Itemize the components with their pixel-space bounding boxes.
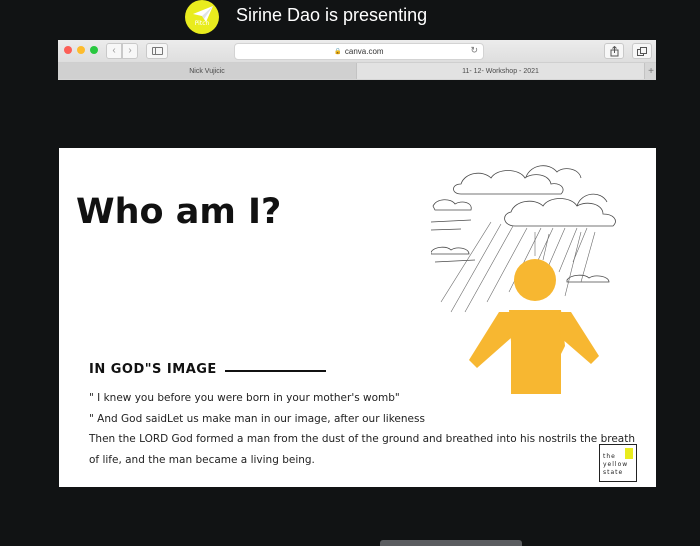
figure-under-rain-illustration [431, 165, 616, 394]
lock-icon: 🔒 [334, 49, 342, 55]
logo-line-2: yellow [603, 461, 629, 468]
scripture-line-4: of life, and the man became a living bei… [89, 454, 315, 466]
figure-head [514, 259, 556, 301]
tab-bar: Nick Vujicic 11- 12- Workshop - 2021 + [58, 63, 656, 80]
slide-title: Who am I? [76, 192, 282, 232]
tabs-icon [637, 46, 647, 56]
scripture-line-2: " And God saidLet us make man in our ima… [89, 413, 425, 425]
sidebar-toggle-button[interactable] [146, 43, 168, 59]
tab-nick-vujicic[interactable]: Nick Vujicic [58, 63, 357, 79]
address-bar[interactable]: 🔒 canva.com ↻ [234, 43, 484, 60]
share-icon [610, 45, 618, 56]
avatar-label: Pitch [194, 20, 210, 27]
forward-button[interactable]: › [122, 43, 138, 59]
url-text: canva.com [344, 47, 384, 56]
tab-workshop[interactable]: 11- 12- Workshop - 2021 [357, 63, 645, 79]
scripture-line-1: " I knew you before you were born in you… [89, 392, 400, 404]
presentation-slide: Who am I? IN GOD"S IMAGE " I knew you be… [59, 148, 656, 487]
share-button[interactable] [604, 43, 624, 59]
heading-underline [225, 370, 326, 372]
zoom-window-button[interactable] [90, 46, 98, 54]
scroll-indicator[interactable] [380, 540, 522, 546]
the-yellow-state-logo: the yellow state [599, 444, 637, 482]
section-heading: IN GOD"S IMAGE [89, 362, 217, 377]
chevron-left-icon: ‹ [112, 45, 116, 56]
logo-line-3: state [603, 469, 624, 476]
chevron-right-icon: › [128, 45, 132, 56]
browser-window: ‹ › 🔒 canva.com ↻ Nick Vujicic 11- 12- W… [58, 40, 656, 80]
sidebar-icon [152, 47, 163, 55]
presenter-avatar: Pitch [185, 0, 219, 34]
figure-left-arm [469, 312, 511, 368]
figure-torso [511, 342, 561, 394]
new-tab-button[interactable]: + [646, 63, 656, 79]
minimize-window-button[interactable] [77, 46, 85, 54]
logo-line-1: the [603, 453, 616, 460]
logo-accent [625, 448, 633, 459]
scripture-line-3: Then the LORD God formed a man from the … [89, 433, 635, 445]
show-tabs-button[interactable] [632, 43, 652, 59]
browser-toolbar: ‹ › 🔒 canva.com ↻ [58, 40, 656, 63]
presenting-status: Sirine Dao is presenting [236, 5, 428, 25]
figure-right-arm [559, 312, 599, 364]
back-button[interactable]: ‹ [106, 43, 122, 59]
close-window-button[interactable] [64, 46, 72, 54]
reload-icon[interactable]: ↻ [470, 45, 478, 56]
rain-lines [440, 221, 596, 313]
presenter-banner: Pitch Sirine Dao is presenting [0, 0, 700, 36]
